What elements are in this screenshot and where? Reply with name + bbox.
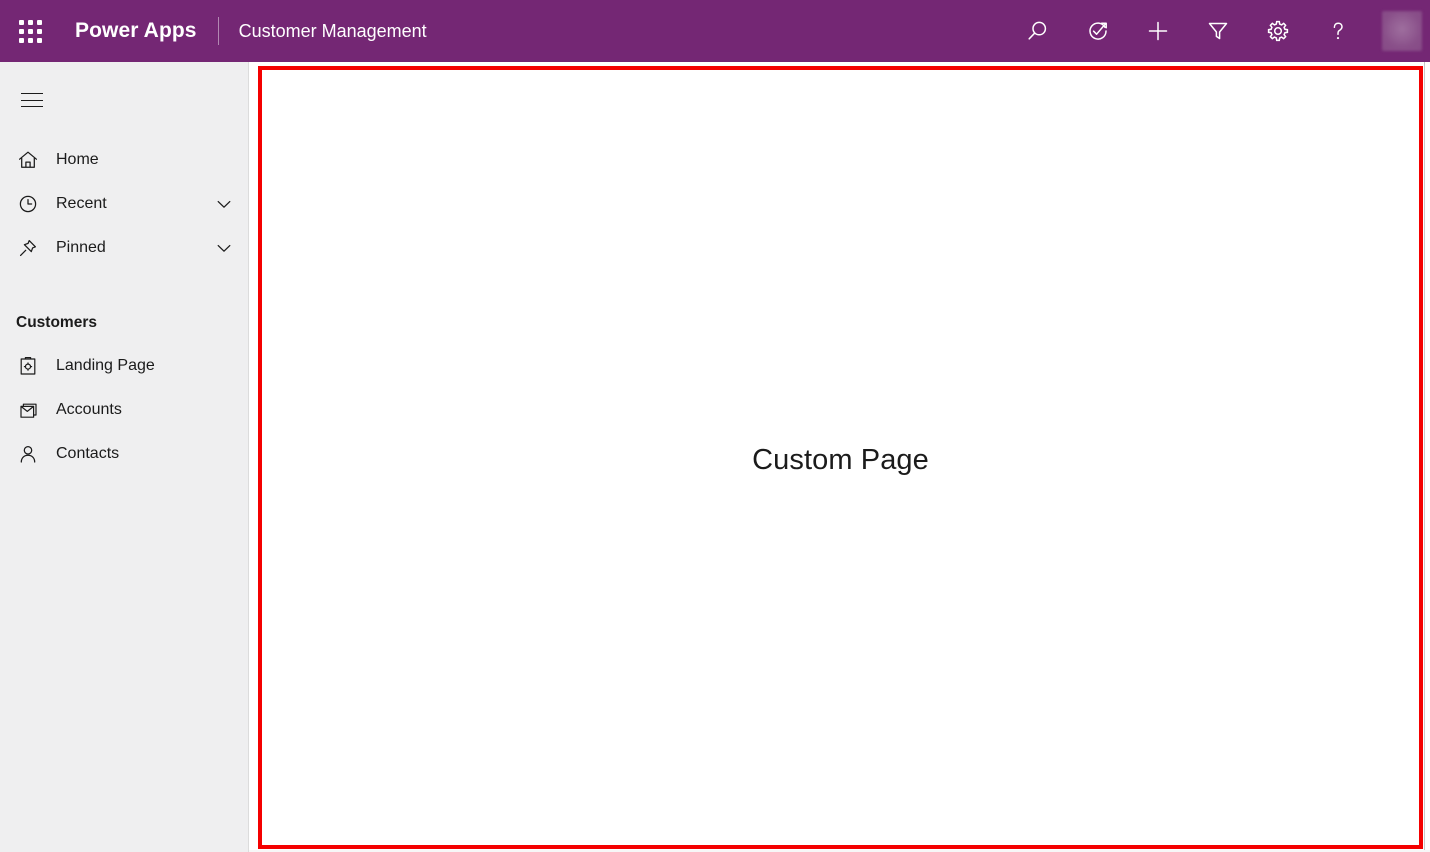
- quick-create-button[interactable]: [1138, 0, 1178, 62]
- search-button[interactable]: [1018, 0, 1058, 62]
- plus-icon: [1145, 18, 1171, 44]
- sidebar-item-label: Landing Page: [56, 357, 234, 375]
- assistant-circle-check-icon: [1085, 18, 1111, 44]
- sitemap-toggle-button[interactable]: [8, 76, 56, 124]
- search-icon: [1025, 18, 1051, 44]
- brand-title[interactable]: Power Apps: [75, 19, 197, 43]
- content-area: Custom Page: [249, 62, 1430, 852]
- sidebar-item-contacts[interactable]: Contacts: [0, 432, 248, 476]
- clock-icon: [16, 192, 40, 216]
- sidebar-item-home[interactable]: Home: [0, 138, 248, 182]
- home-icon: [16, 148, 40, 172]
- content-right-rail: [1424, 62, 1430, 852]
- question-mark-icon: [1325, 18, 1351, 44]
- header-actions: [1008, 0, 1430, 62]
- assistant-button[interactable]: [1078, 0, 1118, 62]
- app-name-title[interactable]: Customer Management: [239, 21, 427, 42]
- contact-person-icon: [16, 442, 40, 466]
- app-header: Power Apps Customer Management: [0, 0, 1430, 62]
- filter-button[interactable]: [1198, 0, 1238, 62]
- header-divider: [218, 17, 219, 45]
- sidebar-item-landing-page[interactable]: Landing Page: [0, 344, 248, 388]
- filter-funnel-icon: [1205, 18, 1231, 44]
- sidebar-item-accounts[interactable]: Accounts: [0, 388, 248, 432]
- sidebar: Home Recent: [0, 62, 249, 852]
- settings-button[interactable]: [1258, 0, 1298, 62]
- sidebar-item-pinned[interactable]: Pinned: [0, 226, 248, 270]
- gear-icon: [1265, 18, 1291, 44]
- sidebar-group-header: Customers: [0, 308, 248, 338]
- waffle-grid-icon: [19, 20, 42, 43]
- sidebar-item-label: Accounts: [56, 401, 234, 419]
- hamburger-icon: [21, 93, 43, 107]
- clipboard-gear-icon: [16, 354, 40, 378]
- sidebar-item-label: Pinned: [56, 239, 214, 257]
- app-window: Power Apps Customer Management: [0, 0, 1430, 852]
- help-button[interactable]: [1318, 0, 1358, 62]
- app-body: Home Recent: [0, 62, 1430, 852]
- sidebar-item-recent[interactable]: Recent: [0, 182, 248, 226]
- app-launcher-button[interactable]: [6, 0, 54, 62]
- accounts-icon: [16, 398, 40, 422]
- custom-page-frame: Custom Page: [258, 66, 1423, 849]
- sidebar-item-label: Home: [56, 151, 234, 169]
- user-avatar[interactable]: [1382, 11, 1422, 51]
- chevron-down-icon[interactable]: [214, 194, 234, 214]
- sidebar-item-label: Contacts: [56, 445, 234, 463]
- chevron-down-icon[interactable]: [214, 238, 234, 258]
- page-title: Custom Page: [262, 444, 1419, 477]
- sidebar-item-label: Recent: [56, 195, 214, 213]
- pin-icon: [16, 236, 40, 260]
